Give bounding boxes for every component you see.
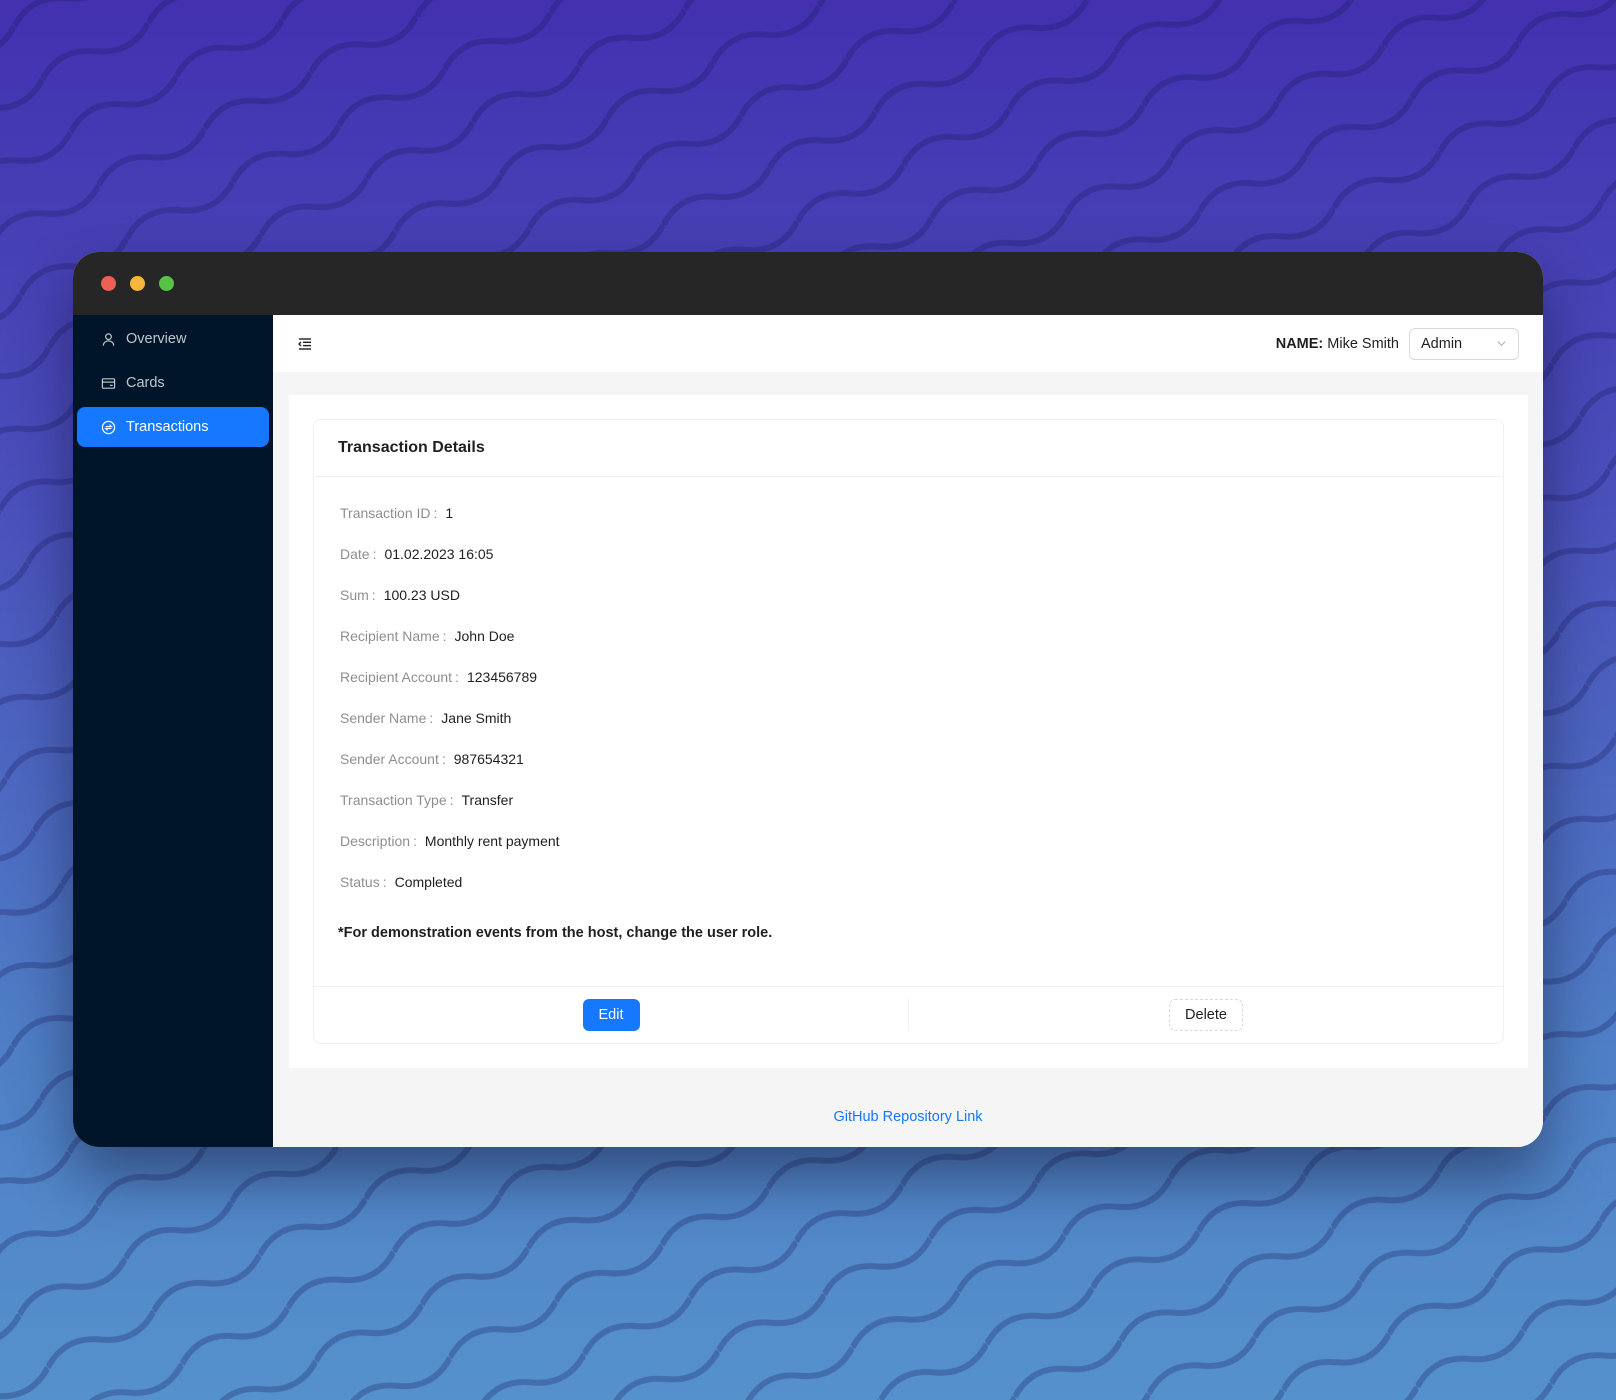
field-row: Recipient Name: John Doe <box>340 624 1479 665</box>
field-label: Date <box>340 546 370 562</box>
close-window-button[interactable] <box>101 276 116 291</box>
field-value: John Doe <box>454 628 515 644</box>
field-label: Transaction ID <box>340 505 431 521</box>
field-label: Sum <box>340 587 369 603</box>
field-value: 01.02.2023 16:05 <box>384 546 494 562</box>
field-colon: : <box>372 546 377 562</box>
menu-fold-button[interactable] <box>297 334 317 354</box>
credit-card-icon <box>101 377 116 389</box>
field-label: Transaction Type <box>340 792 447 808</box>
user-info: NAME: Mike Smith Admin <box>1276 327 1519 360</box>
field-row: Recipient Account:123456789 <box>340 665 1479 706</box>
field-row: Sender Name: Jane Smith <box>340 706 1479 747</box>
field-label: Sender Account <box>340 751 439 767</box>
field-row: Transaction ID:1 <box>340 501 1479 542</box>
field-row: Sum:100.23 USD <box>340 583 1479 624</box>
transaction-details-card: Transaction Details Transaction ID:1 Dat… <box>313 419 1504 1044</box>
field-value: 123456789 <box>466 669 538 685</box>
transaction-icon <box>101 420 116 434</box>
field-colon: : <box>382 874 387 890</box>
edit-action-cell: Edit <box>314 987 908 1043</box>
top-header: NAME: Mike Smith Admin <box>273 315 1543 372</box>
field-row: Transaction Type: Transfer <box>340 788 1479 829</box>
user-icon <box>102 332 115 346</box>
field-label: Sender Name <box>340 710 427 726</box>
field-label: Recipient Account <box>340 669 453 685</box>
app-window: Overview Cards Transactions NAME: Mike S… <box>73 252 1543 1147</box>
field-colon: : <box>441 751 446 767</box>
minimize-window-button[interactable] <box>130 276 145 291</box>
field-colon: : <box>433 505 438 521</box>
field-colon: : <box>371 587 376 603</box>
field-label: Recipient Name <box>340 628 440 644</box>
field-label: Description <box>340 833 411 849</box>
field-row: Date:01.02.2023 16:05 <box>340 542 1479 583</box>
sidebar-item-overview[interactable]: Overview <box>77 319 269 359</box>
field-colon: : <box>449 792 454 808</box>
sidebar-item-transactions[interactable]: Transactions <box>77 407 269 447</box>
field-row: Sender Account:987654321 <box>340 747 1479 788</box>
card-body: Transaction ID:1 Date:01.02.2023 16:05 S… <box>314 477 1503 941</box>
field-row: Status: Completed <box>340 870 1479 911</box>
field-value: 100.23 USD <box>383 587 460 603</box>
field-colon: : <box>413 833 417 849</box>
field-value: 1 <box>445 505 454 521</box>
field-colon: : <box>442 628 447 644</box>
field-colon: : <box>455 669 459 685</box>
menu-fold-icon <box>298 337 311 350</box>
delete-action-cell: Delete <box>909 987 1503 1043</box>
field-value: Jane Smith <box>441 710 512 726</box>
window-titlebar <box>73 252 1543 315</box>
delete-button[interactable]: Delete <box>1169 999 1243 1031</box>
demo-note: *For demonstration events from the host,… <box>338 925 773 941</box>
user-name-display: NAME: Mike Smith <box>1276 336 1399 352</box>
user-name: Mike Smith <box>1327 335 1399 352</box>
field-value: Monthly rent payment <box>424 833 560 849</box>
sidebar-item-label: Transactions <box>126 419 209 435</box>
main-area: NAME: Mike Smith Admin Transaction Detai… <box>273 315 1543 1147</box>
edit-button[interactable]: Edit <box>582 999 640 1031</box>
content-panel: Transaction Details Transaction ID:1 Dat… <box>289 395 1528 1068</box>
field-colon: : <box>429 710 434 726</box>
name-label: NAME: <box>1275 335 1324 352</box>
chevron-down-icon <box>1497 341 1506 347</box>
maximize-window-button[interactable] <box>159 276 174 291</box>
footer: GitHub Repository Link <box>273 1068 1543 1147</box>
field-label: Status <box>340 874 380 890</box>
sidebar-item-label: Overview <box>126 331 187 347</box>
role-select[interactable]: Admin <box>1409 327 1519 360</box>
card-actions: Edit Delete <box>314 986 1503 1043</box>
field-value: Transfer <box>461 792 514 808</box>
github-repository-link[interactable]: GitHub Repository Link <box>833 1109 982 1125</box>
sidebar: Overview Cards Transactions <box>73 315 273 1147</box>
sidebar-item-cards[interactable]: Cards <box>77 363 269 403</box>
sidebar-item-label: Cards <box>126 375 165 391</box>
field-row: Description: Monthly rent payment <box>340 829 1479 870</box>
card-title: Transaction Details <box>314 420 1503 477</box>
field-value: Completed <box>394 874 463 890</box>
role-select-value: Admin <box>1421 335 1463 352</box>
field-value: 987654321 <box>453 751 524 767</box>
